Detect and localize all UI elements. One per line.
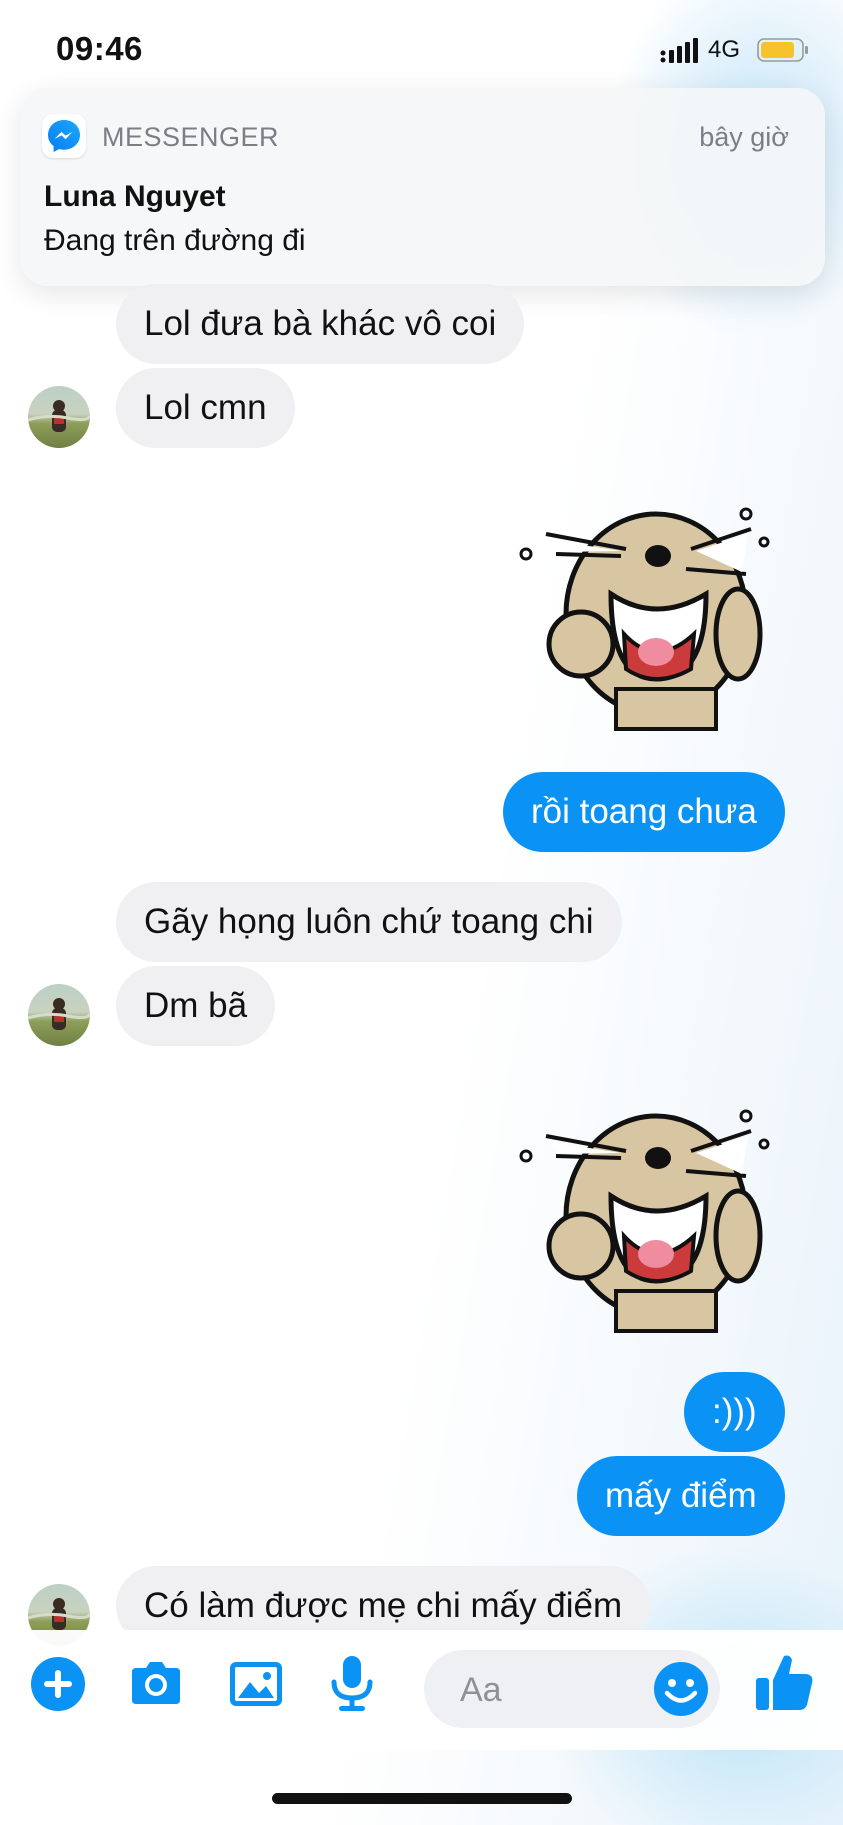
status-bar: 09:46 4G (0, 0, 843, 90)
message-bubble-incoming[interactable]: Gãy họng luôn chứ toang chi (116, 882, 622, 962)
plus-icon[interactable] (28, 1654, 88, 1714)
avatar[interactable] (28, 984, 90, 1046)
message-bubble-outgoing[interactable]: rồi toang chưa (503, 772, 785, 852)
notification-message: Đang trên đường đi (44, 224, 306, 257)
camera-icon[interactable] (126, 1654, 186, 1714)
thumbs-up-icon[interactable] (752, 1650, 816, 1714)
laughing-dog-sticker[interactable] (516, 1096, 776, 1336)
avatar[interactable] (28, 386, 90, 448)
message-composer[interactable] (424, 1650, 720, 1730)
notification-banner[interactable]: MESSENGER bây giờ Luna Nguyet Đang trên … (20, 88, 825, 286)
battery-icon (757, 38, 808, 62)
message-bubble-outgoing[interactable]: :))) (684, 1372, 785, 1452)
signal-icon (660, 38, 698, 63)
messenger-screen: 09:46 4G MESSENGER bây giờ Luna Nguyet Đ… (0, 0, 843, 1825)
messenger-icon (42, 114, 86, 158)
composer-toolbar (0, 1630, 843, 1750)
message-bubble-outgoing[interactable]: mấy điểm (577, 1456, 785, 1536)
home-indicator[interactable] (272, 1793, 572, 1804)
message-bubble-incoming[interactable]: Lol cmn (116, 368, 295, 448)
notification-app-name: MESSENGER (102, 122, 280, 152)
message-bubble-incoming[interactable]: Lol đưa bà khác vô coi (116, 284, 525, 364)
microphone-icon[interactable] (322, 1654, 382, 1714)
status-time: 09:46 (56, 30, 143, 67)
notification-time: bây giờ (699, 122, 789, 152)
emoji-icon[interactable] (652, 1660, 710, 1718)
image-icon[interactable] (226, 1654, 286, 1714)
message-bubble-incoming[interactable]: Dm bã (116, 966, 276, 1046)
network-type: 4G (708, 36, 741, 63)
message-input[interactable] (458, 1650, 642, 1730)
notification-sender: Luna Nguyet (44, 180, 226, 213)
laughing-dog-sticker[interactable] (516, 494, 776, 734)
